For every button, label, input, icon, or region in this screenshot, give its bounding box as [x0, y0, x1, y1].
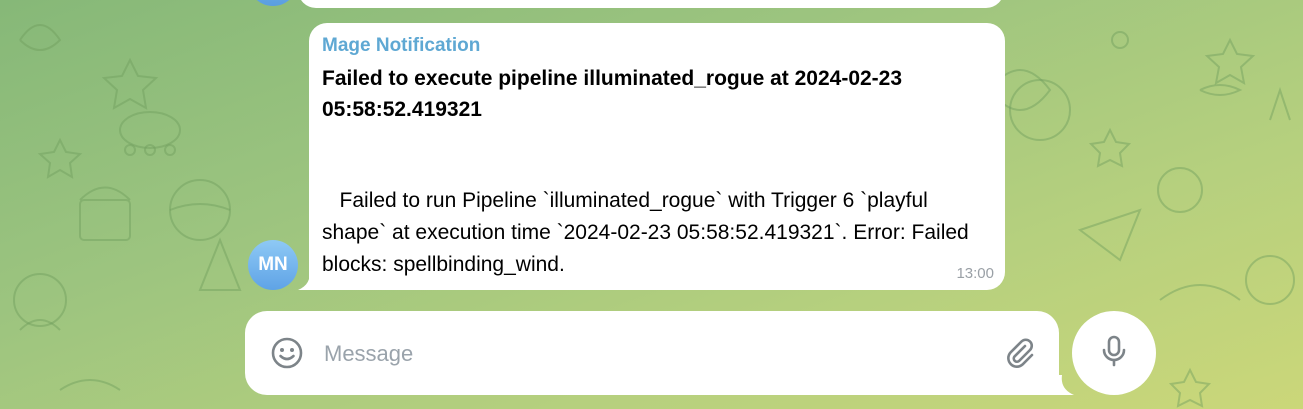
message-composer [245, 311, 1059, 395]
sender-avatar[interactable]: MN [248, 240, 298, 290]
paperclip-icon[interactable] [1001, 335, 1037, 371]
message-body: Failed to run Pipeline `illuminated_rogu… [322, 189, 975, 276]
message-time: 13:00 [956, 265, 994, 282]
message-input[interactable] [322, 331, 966, 377]
message-bubble: Mage Notification Failed to execute pipe… [309, 23, 1005, 290]
sender-name[interactable]: Mage Notification [322, 35, 480, 57]
smiley-icon[interactable] [269, 335, 305, 371]
previous-message-avatar[interactable] [248, 0, 298, 6]
microphone-icon [1096, 333, 1132, 374]
message-title: Failed to execute pipeline illuminated_r… [322, 67, 903, 121]
previous-message-bubble [298, 0, 1004, 8]
voice-record-button[interactable] [1072, 311, 1156, 395]
avatar-initials: MN [258, 254, 288, 275]
